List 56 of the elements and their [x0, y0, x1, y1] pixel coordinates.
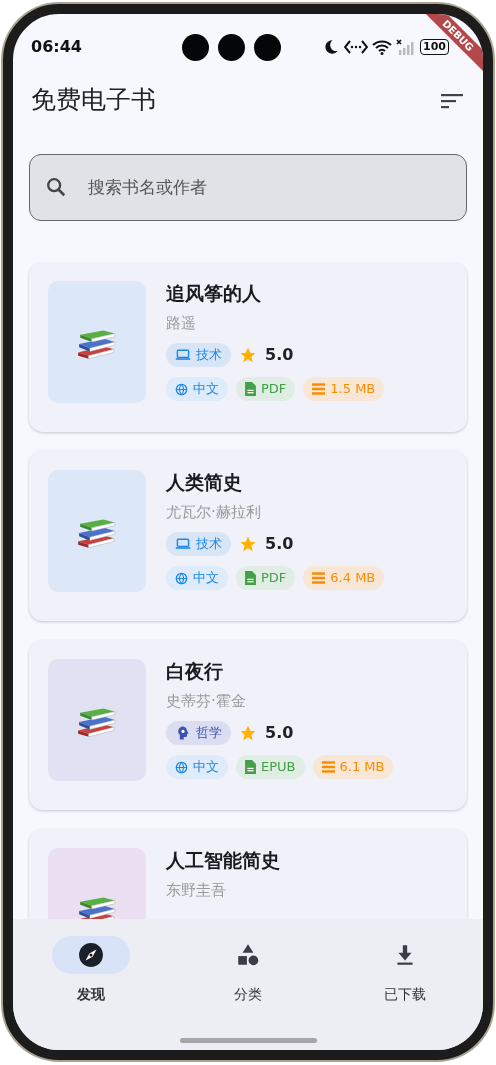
wifi-icon — [372, 39, 393, 55]
signal-icon — [396, 39, 417, 55]
file-icon — [245, 382, 256, 397]
format-tag-text: PDF — [261, 380, 287, 399]
list-icon — [321, 761, 335, 774]
file-icon — [245, 571, 256, 586]
category-label: 技术 — [196, 346, 222, 365]
nav-tab[interactable]: 发现 — [46, 919, 137, 1006]
language-tag-text: 中文 — [193, 569, 219, 588]
search-icon — [45, 176, 67, 198]
book-author: 路遥 — [166, 312, 197, 334]
book-title: 人工智能简史 — [166, 848, 280, 873]
app-title: 免费电子书 — [31, 84, 156, 117]
file-icon — [245, 760, 256, 775]
book-card[interactable]: 人类简史 尤瓦尔·赫拉利 技术 5.0 中文 PDF 6.4 MB — [29, 451, 467, 621]
camera-hole — [254, 33, 282, 61]
status-time: 06:44 — [31, 36, 82, 58]
camera-hole — [182, 33, 210, 61]
star-icon — [239, 724, 257, 743]
search-field[interactable]: 搜索书名或作者 — [29, 154, 467, 221]
book-author: 史蒂芬·霍金 — [166, 690, 247, 712]
nav-tab[interactable]: 分类 — [203, 919, 293, 1006]
compass-icon — [78, 942, 105, 968]
category-label: 技术 — [196, 535, 222, 554]
book-title: 人类简史 — [166, 470, 243, 495]
sort-icon — [441, 92, 463, 109]
code-icon — [344, 39, 369, 55]
book-title: 追风筝的人 — [166, 281, 262, 306]
nav-tab[interactable]: 已下载 — [359, 919, 450, 1006]
size-tag-text: 6.4 MB — [330, 569, 376, 588]
shapes-icon — [235, 942, 261, 968]
rating-value: 5.0 — [265, 344, 294, 367]
star-icon — [239, 346, 257, 365]
category-label: 哲学 — [196, 724, 222, 743]
book-card[interactable]: 白夜行 史蒂芬·霍金 哲学 5.0 中文 EPUB 6.1 MB — [29, 640, 467, 810]
book-card[interactable]: 人工智能简史 东野圭吾 — [29, 829, 467, 919]
globe-icon — [175, 571, 188, 585]
size-tag-text: 6.1 MB — [339, 758, 385, 777]
list-icon — [312, 383, 326, 396]
language-tag-text: 中文 — [193, 380, 219, 399]
size-tag-text: 1.5 MB — [330, 380, 376, 399]
head-icon — [175, 725, 191, 742]
book-author: 尤瓦尔·赫拉利 — [166, 501, 262, 523]
globe-icon — [175, 760, 188, 774]
camera-hole — [218, 33, 246, 61]
book-title: 白夜行 — [166, 659, 224, 684]
list-icon — [312, 572, 326, 585]
language-tag-text: 中文 — [193, 758, 219, 777]
format-tag-text: EPUB — [261, 758, 296, 777]
star-icon — [239, 535, 257, 554]
rating-value: 5.0 — [265, 533, 294, 556]
format-tag-text: PDF — [261, 569, 287, 588]
globe-icon — [175, 382, 188, 396]
rating-value: 5.0 — [265, 722, 294, 745]
book-card[interactable]: 追风筝的人 路遥 技术 5.0 中文 PDF 1.5 MB — [29, 262, 467, 432]
book-author: 东野圭吾 — [166, 879, 227, 901]
